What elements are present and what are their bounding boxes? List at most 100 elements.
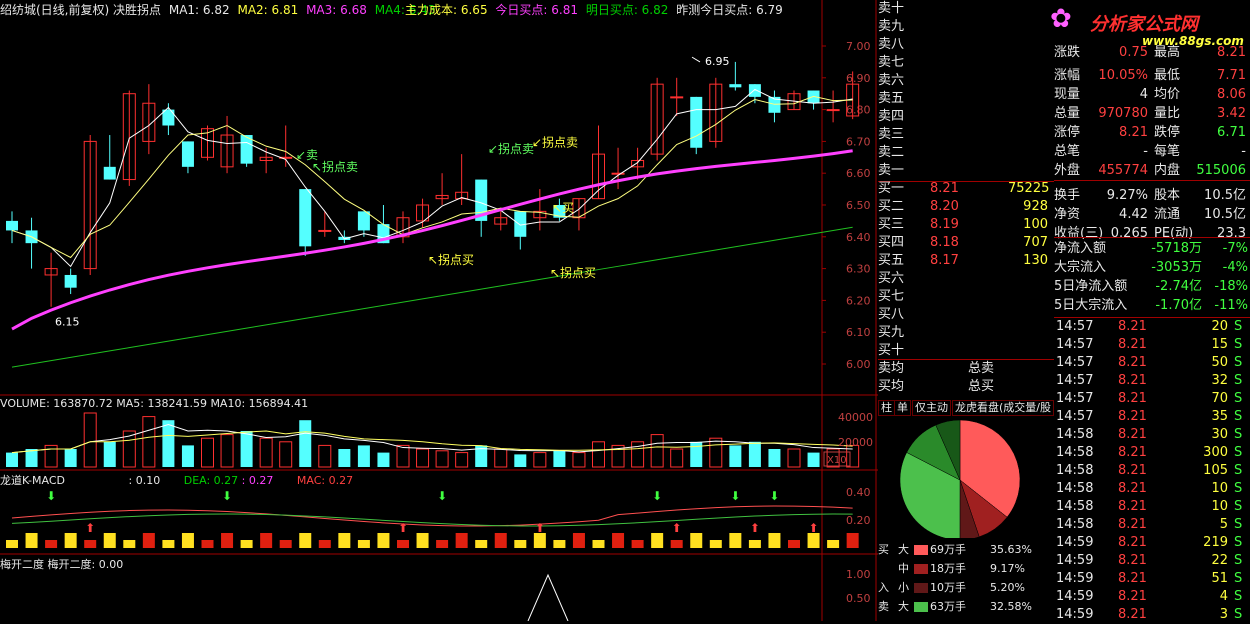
tick-volume: 22 xyxy=(1211,553,1228,568)
total-buy-label: 总买 xyxy=(968,379,995,394)
macd-bar xyxy=(201,540,214,548)
quote-value: 8.21 xyxy=(1119,125,1148,140)
macd-bar xyxy=(397,540,409,548)
tick-price: 8.21 xyxy=(1118,445,1147,460)
macd-axis-040: 0.40 xyxy=(846,486,871,499)
volume-bar-up xyxy=(494,448,508,468)
volume-pie-chart xyxy=(899,419,1021,538)
tick-volume: 5 xyxy=(1219,517,1228,532)
flow-label: 5日大宗流入 xyxy=(1054,298,1128,313)
macd-bar xyxy=(651,533,664,548)
buy-level-price: 8.19 xyxy=(930,217,959,232)
quote-label: 最低 xyxy=(1154,68,1181,83)
buy-mark-2: ↖拐点买 xyxy=(550,265,596,280)
flow-percent: -7% xyxy=(1222,241,1248,256)
volume-bar-down xyxy=(162,420,175,467)
tick-side: S xyxy=(1234,463,1243,478)
flow-value: -1.70亿 xyxy=(1155,298,1202,313)
tick-price: 8.21 xyxy=(1118,391,1147,406)
tick-side: S xyxy=(1234,517,1243,532)
macd-bar xyxy=(279,540,292,548)
price-tick-label: 6.10 xyxy=(846,326,871,339)
tick-side: S xyxy=(1234,373,1243,388)
tab-0[interactable]: 柱 xyxy=(878,400,895,416)
tick-side: S xyxy=(1234,481,1243,496)
macd-label: 龙道K-MACD : 0.10 DEA: 0.27 : 0.27 MAC: 0.… xyxy=(0,472,353,488)
macd-bar xyxy=(25,533,38,548)
avg-buy-label: 买均 xyxy=(878,379,905,394)
legend-percent: 32.58% xyxy=(990,600,1032,613)
ma2-value: MA2: 6.81 xyxy=(237,3,299,17)
volume-bar-up xyxy=(455,452,469,468)
volume-bar-up xyxy=(787,448,801,468)
tick-side: S xyxy=(1234,589,1243,604)
macd-up-arrow: ⬆ xyxy=(809,521,819,535)
quote-label: 总量 xyxy=(1054,106,1081,121)
sell-level-label: 卖五 xyxy=(878,91,905,106)
ma1-value: MA1: 6.82 xyxy=(168,3,230,17)
volume-bar-up xyxy=(318,444,332,468)
quote-label: 外盘 xyxy=(1054,163,1081,178)
high-label: 6.95 xyxy=(705,55,730,68)
volume-bar-down xyxy=(338,449,351,467)
macd-bar xyxy=(748,540,761,548)
cost-header: 主力成本: 6.65 今日买点: 6.81 明日买点: 6.82 昨测今日买点:… xyxy=(405,1,783,18)
tick-side: S xyxy=(1234,355,1243,370)
tick-time: 14:57 xyxy=(1056,355,1094,370)
quote-value: 10.5亿 xyxy=(1204,207,1246,222)
tick-time: 14:58 xyxy=(1056,517,1094,532)
quote-label: 跌停 xyxy=(1154,125,1181,140)
macd-down-arrow: ⬇ xyxy=(730,489,740,503)
tab-3[interactable]: 龙虎看盘(成交量/股 xyxy=(952,400,1054,416)
tick-volume: 20 xyxy=(1211,319,1228,334)
tick-time: 14:59 xyxy=(1056,607,1094,622)
legend-value: 10万手 xyxy=(930,581,966,594)
quote-label: 每笔 xyxy=(1154,144,1181,159)
buy-level-price: 8.21 xyxy=(930,181,959,196)
macd-bar xyxy=(162,540,175,548)
macd-bar xyxy=(788,540,800,548)
macd-bar xyxy=(6,540,18,548)
macd-dea2: : 0.27 xyxy=(241,474,274,487)
macd-bar xyxy=(377,533,390,548)
candle-body-down xyxy=(729,84,742,88)
buy-level-price: 8.20 xyxy=(930,199,959,214)
macd-bar xyxy=(142,533,155,548)
macd-up-arrow: ⬆ xyxy=(750,521,760,535)
tick-price: 8.21 xyxy=(1118,571,1147,586)
volume-bar-up xyxy=(416,448,430,468)
quote-label: 量比 xyxy=(1154,106,1181,121)
macd-bar xyxy=(494,533,507,548)
quote-label: 流通 xyxy=(1154,207,1181,222)
ma4-line xyxy=(11,226,853,368)
quote-label: 股本 xyxy=(1154,188,1181,203)
quote-label: 最高 xyxy=(1154,45,1181,60)
quote-value: - xyxy=(1143,144,1148,159)
tab-1[interactable]: 单 xyxy=(894,400,911,416)
tab-2[interactable]: 仅主动 xyxy=(912,400,951,416)
flow-value: -5718万 xyxy=(1151,241,1202,256)
flower-icon: ✿ xyxy=(1050,4,1072,34)
candle-body-up xyxy=(826,109,840,112)
macd-name: 龙道K-MACD xyxy=(0,474,66,487)
legend-value: 63万手 xyxy=(930,600,966,613)
price-tick-label: 6.70 xyxy=(846,135,871,148)
volume-bar-down xyxy=(807,452,820,467)
macd-bar xyxy=(416,533,429,548)
legend-side: 卖 xyxy=(878,600,889,613)
sell-level-label: 卖九 xyxy=(878,19,905,34)
macd-bar xyxy=(690,533,703,548)
tick-price: 8.21 xyxy=(1118,427,1147,442)
quote-value: 515006 xyxy=(1196,163,1246,178)
price-chart[interactable]: 7.006.906.806.706.606.506.406.306.206.10… xyxy=(0,0,878,621)
tick-side: S xyxy=(1234,571,1243,586)
macd-bar xyxy=(318,540,331,548)
tick-time: 14:57 xyxy=(1056,319,1094,334)
sell-mark-2: ↖拐点卖 xyxy=(312,159,358,174)
bottom-axis-050: 0.50 xyxy=(846,592,871,605)
quote-value: 4 xyxy=(1139,87,1148,102)
volume-bar-down xyxy=(690,441,703,467)
buy-today: 今日买点: 6.81 xyxy=(495,3,578,17)
tick-side: S xyxy=(1234,319,1243,334)
tick-volume: 3 xyxy=(1219,607,1228,622)
